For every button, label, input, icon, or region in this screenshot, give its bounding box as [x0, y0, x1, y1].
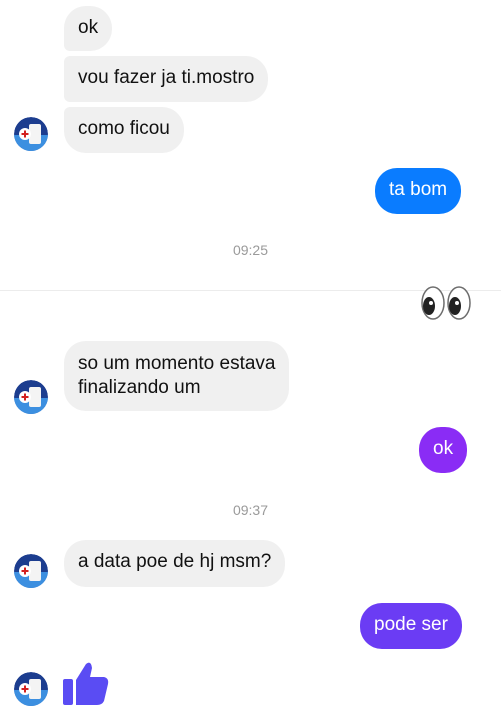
message-text: pode ser — [374, 614, 448, 635]
avatar-image — [14, 117, 48, 151]
incoming-message[interactable]: vou fazer ja ti.mostro — [64, 56, 269, 102]
incoming-message[interactable]: so um momento estava finalizando um — [64, 341, 290, 411]
message-text-line: so um momento estava — [78, 353, 276, 374]
avatar[interactable] — [14, 672, 48, 706]
message-text: a data poe de hj msm? — [78, 551, 272, 572]
incoming-message[interactable]: ok — [64, 6, 113, 51]
eyes-icon — [421, 286, 471, 320]
timestamp: 09:37 — [232, 502, 269, 518]
avatar-image — [14, 554, 48, 588]
message-text: vou fazer ja ti.mostro — [78, 67, 255, 88]
message-text: ok — [433, 438, 454, 459]
thumbs-up-icon[interactable] — [62, 660, 110, 706]
message-text: como ficou — [78, 118, 170, 139]
incoming-message[interactable]: a data poe de hj msm? — [64, 540, 286, 587]
outgoing-message[interactable]: pode ser — [360, 603, 462, 649]
avatar[interactable] — [14, 117, 48, 151]
avatar[interactable] — [14, 554, 48, 588]
outgoing-message[interactable]: ok — [419, 427, 468, 473]
outgoing-message[interactable]: ta bom — [375, 168, 462, 214]
timestamp: 09:25 — [232, 242, 269, 258]
message-text: ok — [78, 17, 99, 38]
avatar-image — [14, 380, 48, 414]
avatar[interactable] — [14, 380, 48, 414]
message-text-line: finalizando um — [78, 377, 201, 398]
message-text: ta bom — [389, 179, 448, 200]
incoming-message[interactable]: como ficou — [64, 107, 184, 153]
avatar-image — [14, 672, 48, 706]
